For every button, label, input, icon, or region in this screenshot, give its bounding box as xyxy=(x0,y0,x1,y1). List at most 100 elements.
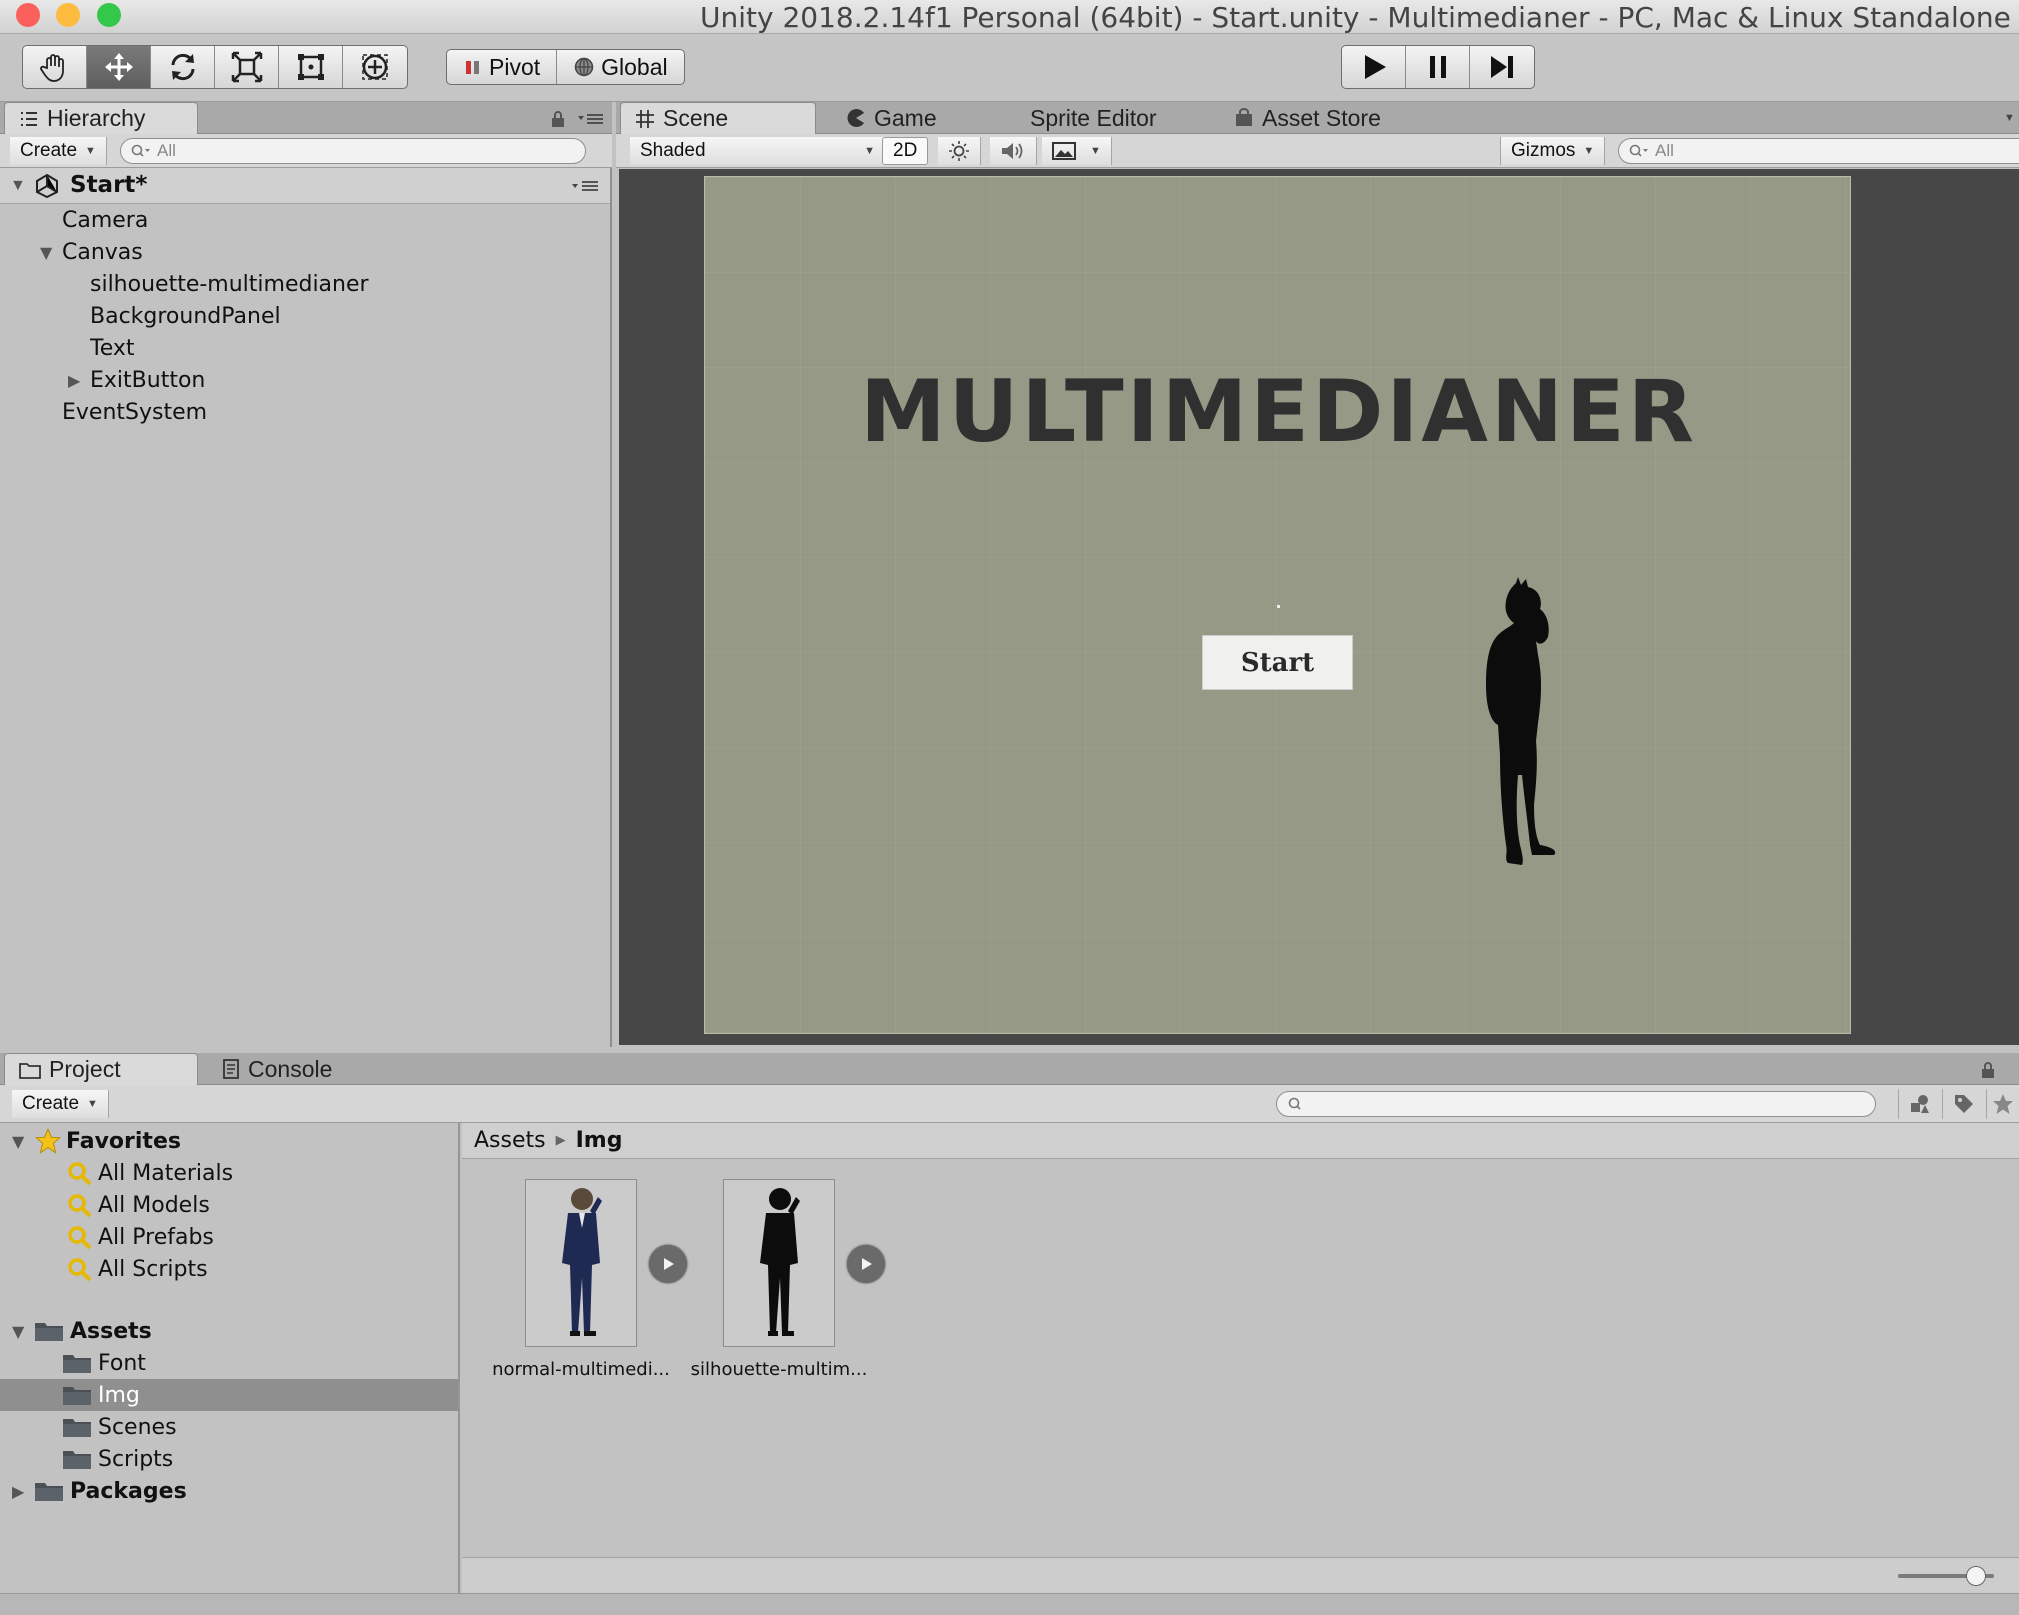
folder-icon xyxy=(63,1387,91,1405)
search-by-label-button[interactable] xyxy=(1942,1089,1984,1119)
scene-panel-menu-icon[interactable]: ▼ xyxy=(2004,112,2015,124)
search-by-type-button[interactable] xyxy=(1898,1089,1940,1119)
global-toggle[interactable]: Global xyxy=(557,50,683,84)
expanded-triangle-icon[interactable]: ▼ xyxy=(40,243,60,262)
silhouette-figure-image[interactable] xyxy=(1458,575,1588,875)
scene-tab-label: Scene xyxy=(663,105,729,131)
scene-lighting-toggle[interactable] xyxy=(938,137,981,165)
ui-canvas[interactable]: MULTIMEDIANER Start xyxy=(704,176,1851,1034)
assets-folder-header[interactable]: ▼ Assets xyxy=(0,1315,458,1347)
scene-header-row[interactable]: ▼ Start* xyxy=(0,168,610,204)
folder-img[interactable]: Img xyxy=(0,1379,458,1411)
scene-search-placeholder: All xyxy=(1655,141,1674,160)
hierarchy-panel: Hierarchy Create ▼ All ▼ Start* Camera ▼… xyxy=(0,102,612,1047)
lock-icon[interactable] xyxy=(1980,1061,1996,1079)
packages-folder-header[interactable]: ▶ Packages xyxy=(0,1475,458,1507)
hierarchy-item-camera[interactable]: Camera xyxy=(0,204,610,236)
folder-label: Img xyxy=(98,1382,140,1408)
gizmos-dropdown[interactable]: Gizmos ▼ xyxy=(1500,137,1606,165)
favorite-all-prefabs[interactable]: All Prefabs xyxy=(0,1221,458,1253)
collapsed-triangle-icon[interactable]: ▶ xyxy=(12,1482,32,1501)
scene-audio-toggle[interactable] xyxy=(990,137,1037,165)
scene-toolbar: Shaded ▼ 2D ▼ Gizmos ▼ All xyxy=(616,134,2019,168)
scene-search-input[interactable]: All xyxy=(1618,138,2019,164)
zoom-window-button[interactable] xyxy=(97,3,121,27)
panel-menu-icon[interactable] xyxy=(578,112,604,126)
project-panel: Project Console Create ▼ ▼ Favorites All… xyxy=(0,1053,2019,1593)
packages-label: Packages xyxy=(70,1478,187,1504)
asset-thumbnail-normal[interactable] xyxy=(525,1179,637,1347)
hierarchy-item-label: ExitButton xyxy=(90,367,206,393)
folder-scripts[interactable]: Scripts xyxy=(0,1443,458,1475)
rotate-tool-button[interactable] xyxy=(151,46,215,88)
scene-viewport[interactable]: MULTIMEDIANER Start xyxy=(619,169,2019,1045)
scale-icon xyxy=(231,51,262,83)
tab-game[interactable]: Game xyxy=(832,102,951,134)
toggle-2d-button[interactable]: 2D xyxy=(882,137,929,165)
canvas-heading-text[interactable]: MULTIMEDIANER xyxy=(705,362,1852,462)
step-button[interactable] xyxy=(1470,46,1534,88)
project-search-input[interactable] xyxy=(1276,1091,1876,1117)
asset-label-silhouette[interactable]: silhouette-multim... xyxy=(679,1359,879,1380)
favorite-all-materials[interactable]: All Materials xyxy=(0,1157,458,1189)
scene-expander-icon[interactable]: ▼ xyxy=(10,177,26,195)
scene-effects-dropdown[interactable]: ▼ xyxy=(1042,137,1112,165)
expanded-triangle-icon[interactable]: ▼ xyxy=(12,1322,32,1341)
scene-menu-icon[interactable] xyxy=(570,179,600,193)
thumbnail-zoom-slider[interactable] xyxy=(1898,1566,1994,1586)
canvas-start-button[interactable]: Start xyxy=(1202,635,1353,690)
play-icon xyxy=(664,1258,674,1270)
pause-button[interactable] xyxy=(1406,46,1470,88)
hierarchy-item-backgroundpanel[interactable]: BackgroundPanel xyxy=(0,300,610,332)
pivot-toggle[interactable]: Pivot xyxy=(447,50,558,84)
collapsed-triangle-icon[interactable]: ▶ xyxy=(68,371,88,390)
tab-scene[interactable]: Scene xyxy=(620,102,816,134)
hierarchy-item-eventsystem[interactable]: EventSystem xyxy=(0,396,610,428)
hierarchy-create-dropdown[interactable]: Create ▼ xyxy=(10,137,107,165)
zoom-slider-knob[interactable] xyxy=(1966,1566,1987,1586)
play-icon xyxy=(862,1258,872,1270)
tab-sprite-editor[interactable]: Sprite Editor xyxy=(1016,102,1171,134)
asset-label-normal[interactable]: normal-multimedi... xyxy=(481,1359,681,1380)
hierarchy-search-input[interactable]: All xyxy=(120,138,586,164)
favorite-label: All Models xyxy=(98,1192,210,1218)
minimize-window-button[interactable] xyxy=(56,3,80,27)
close-window-button[interactable] xyxy=(16,3,40,27)
scale-tool-button[interactable] xyxy=(215,46,279,88)
asset-thumbnail-silhouette[interactable] xyxy=(723,1179,835,1347)
favorite-all-scripts[interactable]: All Scripts xyxy=(0,1253,458,1285)
shading-mode-dropdown[interactable]: Shaded ▼ xyxy=(630,137,886,165)
expand-sprite-button[interactable] xyxy=(847,1245,885,1283)
expanded-triangle-icon[interactable]: ▼ xyxy=(12,1132,32,1151)
expand-sprite-button[interactable] xyxy=(649,1245,687,1283)
transform-tool-button[interactable] xyxy=(343,46,407,88)
chevron-down-icon: ▼ xyxy=(1583,145,1595,157)
shopping-bag-icon xyxy=(1236,108,1252,126)
tab-project[interactable]: Project xyxy=(4,1053,198,1085)
hierarchy-item-exitbutton[interactable]: ▶ ExitButton xyxy=(0,364,610,396)
favorites-header[interactable]: ▼ Favorites xyxy=(0,1125,458,1157)
lock-icon[interactable] xyxy=(550,110,566,128)
folder-icon xyxy=(63,1451,91,1469)
tab-hierarchy[interactable]: Hierarchy xyxy=(4,102,198,134)
folder-scenes[interactable]: Scenes xyxy=(0,1411,458,1443)
breadcrumb-img[interactable]: Img xyxy=(576,1128,623,1153)
folder-font[interactable]: Font xyxy=(0,1347,458,1379)
hierarchy-item-canvas[interactable]: ▼ Canvas xyxy=(0,236,610,268)
hierarchy-item-silhouette[interactable]: silhouette-multimedianer xyxy=(0,268,610,300)
hierarchy-item-label: Canvas xyxy=(62,239,143,265)
project-create-label: Create xyxy=(22,1093,80,1114)
hierarchy-item-text[interactable]: Text xyxy=(0,332,610,364)
play-button[interactable] xyxy=(1342,46,1406,88)
hand-tool-button[interactable] xyxy=(23,46,87,88)
rect-tool-button[interactable] xyxy=(279,46,343,88)
main-toolbar: Pivot Global xyxy=(0,34,2019,102)
tab-asset-store[interactable]: Asset Store xyxy=(1220,102,1395,134)
save-search-button[interactable] xyxy=(1986,1089,2019,1119)
favorite-all-models[interactable]: All Models xyxy=(0,1189,458,1221)
move-tool-button[interactable] xyxy=(87,46,151,88)
move-icon xyxy=(104,53,133,81)
breadcrumb-assets[interactable]: Assets xyxy=(474,1128,546,1153)
tab-console[interactable]: Console xyxy=(208,1053,346,1085)
project-create-dropdown[interactable]: Create ▼ xyxy=(12,1090,109,1118)
